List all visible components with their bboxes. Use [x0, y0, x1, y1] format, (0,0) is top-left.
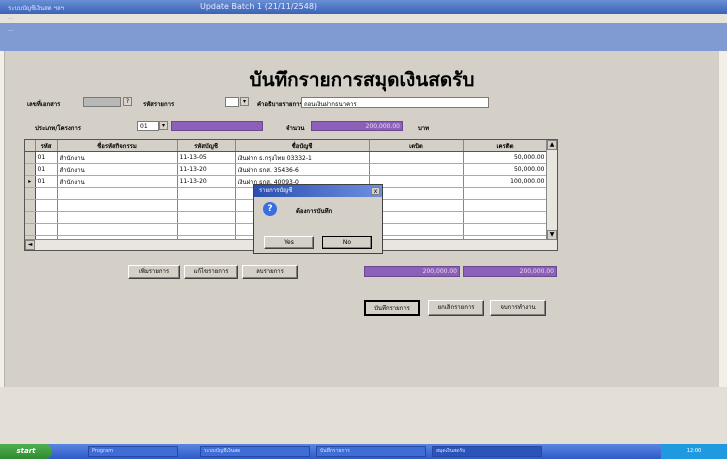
page-title: บันทึกรายการสมุดเงินสดรับ — [249, 69, 475, 91]
add-row-button[interactable]: เพิ่มรายการ — [128, 265, 180, 279]
type-dropdown-button[interactable]: ▾ — [240, 97, 249, 106]
cancel-button[interactable]: ยกเลิกรายการ — [428, 300, 484, 316]
address-text: ... — [8, 15, 13, 21]
sub-header-bar: ... — [0, 23, 727, 51]
taskbar-item[interactable]: บันทึกรายการ — [316, 446, 426, 457]
dialog-yes-button[interactable]: Yes — [264, 236, 314, 249]
table-row[interactable]: 01 สำนักงาน 11-13-05 เงินฝาก ธ.กรุงไทย 0… — [25, 151, 548, 164]
taskbar-item[interactable]: สมุดเงินสดรับ — [432, 446, 542, 457]
taskbar-item[interactable]: Program — [88, 446, 178, 457]
grid-header-activity[interactable]: ชื่อรหัสกิจกรรม — [57, 140, 178, 152]
question-icon: ? — [263, 202, 277, 216]
amount-label: จำนวน — [286, 125, 305, 132]
grid-header-row: รหัส ชื่อรหัสกิจกรรม รหัสบัญชี ชื่อบัญชี… — [25, 140, 548, 152]
grid-header-debit[interactable]: เดบิต — [369, 140, 464, 152]
window-title-center: Update Batch 1 (21/11/2548) — [200, 2, 318, 11]
system-tray: 12:00 — [661, 444, 727, 459]
dialog-no-button[interactable]: No — [322, 236, 372, 249]
row-selector[interactable] — [25, 163, 36, 176]
cell-code[interactable]: 01 — [35, 163, 58, 176]
cell-account-name[interactable]: เงินฝาก ธ.กรุงไทย 03332-1 — [235, 151, 370, 164]
cell-activity[interactable]: สำนักงาน — [57, 163, 178, 176]
cell-debit[interactable] — [369, 175, 464, 188]
cell-debit[interactable] — [369, 163, 464, 176]
cell-account-name[interactable]: เงินฝาก ธกส. 35436-6 — [235, 163, 370, 176]
cell-code[interactable]: 01 — [35, 151, 58, 164]
delete-row-button[interactable]: ลบรายการ — [242, 265, 298, 279]
cell-activity[interactable]: สำนักงาน — [57, 151, 178, 164]
workspace-background — [0, 387, 727, 444]
dialog-title: รายการบัญชี — [259, 187, 293, 194]
doc-number-field[interactable] — [83, 97, 121, 107]
cell-credit[interactable]: 100,000.00 — [463, 175, 548, 188]
scroll-down-arrow-icon[interactable]: ▼ — [547, 230, 557, 240]
close-program-button[interactable]: จบการทำงาน — [490, 300, 546, 316]
cell-debit[interactable] — [369, 151, 464, 164]
dialog-titlebar: รายการบัญชี x — [254, 185, 382, 197]
cell-account[interactable]: 11-13-05 — [177, 151, 236, 164]
address-bar[interactable]: ... — [0, 14, 727, 23]
start-button[interactable]: start — [0, 444, 52, 459]
grid-vertical-scrollbar[interactable]: ▲ ▼ — [546, 140, 557, 250]
doc-number-dropdown-button[interactable]: ? — [123, 97, 132, 106]
window-titlebar: ระบบบัญชีเงินสด ฯลฯ Update Batch 1 (21/1… — [0, 0, 727, 14]
cell-account[interactable]: 11-13-20 — [177, 163, 236, 176]
save-button[interactable]: บันทึกรายการ — [364, 300, 420, 316]
category-field[interactable]: 01 — [137, 121, 159, 131]
category-name-field — [171, 121, 263, 131]
grid-header-account[interactable]: รหัสบัญชี — [177, 140, 236, 152]
dialog-message: ต้องการบันทึก — [296, 208, 333, 215]
dialog-close-icon[interactable]: x — [371, 187, 380, 195]
category-dropdown-button[interactable]: ▾ — [159, 121, 168, 130]
cell-code[interactable]: 01 — [35, 175, 58, 188]
scroll-left-arrow-icon[interactable]: ◄ — [25, 240, 35, 250]
taskbar-item[interactable]: ระบบบัญชีเงินสด — [200, 446, 310, 457]
debit-total-field: 200,000.00 — [364, 266, 460, 277]
unit-label: บาท — [418, 125, 430, 132]
grid-header-selector — [25, 140, 36, 152]
grid-header-code[interactable]: รหัส — [35, 140, 58, 152]
grid-header-account-name[interactable]: ชื่อบัญชี — [235, 140, 370, 152]
sub-header-text: ... — [8, 26, 14, 33]
type-field[interactable] — [225, 97, 239, 107]
cell-account[interactable]: 11-13-20 — [177, 175, 236, 188]
scroll-up-arrow-icon[interactable]: ▲ — [547, 140, 557, 150]
window-title-left: ระบบบัญชีเงินสด ฯลฯ — [8, 5, 65, 12]
credit-total-field: 200,000.00 — [463, 266, 557, 277]
confirm-dialog: รายการบัญชี x ? ต้องการบันทึก Yes No — [253, 184, 383, 254]
description-label: คำอธิบายรายการ — [257, 101, 303, 108]
cell-credit[interactable]: 50,000.00 — [463, 163, 548, 176]
amount-field: 200,000.00 — [311, 121, 403, 131]
doc-number-label: เลขที่เอกสาร — [27, 101, 61, 108]
type-label: รหัสรายการ — [143, 101, 175, 108]
category-label: ประเภท/โครงการ — [35, 125, 82, 132]
cell-credit[interactable]: 50,000.00 — [463, 151, 548, 164]
row-selector[interactable]: ▸ — [25, 175, 36, 188]
taskbar: start Program ระบบบัญชีเงินสด บันทึกรายก… — [0, 444, 727, 459]
table-row[interactable]: 01 สำนักงาน 11-13-20 เงินฝาก ธกส. 35436-… — [25, 163, 548, 176]
grid-header-credit[interactable]: เครดิต — [463, 140, 548, 152]
clock: 12:00 — [686, 448, 702, 454]
edit-row-button[interactable]: แก้ไขรายการ — [184, 265, 238, 279]
cell-activity[interactable]: สำนักงาน — [57, 175, 178, 188]
row-selector[interactable] — [25, 151, 36, 164]
description-field[interactable]: ถอนเงินฝากธนาคาร — [301, 97, 489, 108]
